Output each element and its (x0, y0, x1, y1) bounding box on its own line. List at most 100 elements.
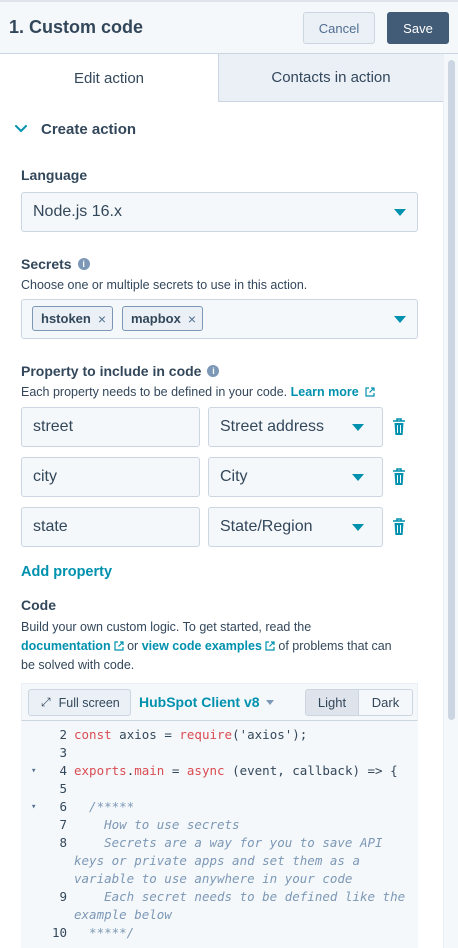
dropdown-caret-icon (352, 424, 364, 431)
chevron-down-icon (265, 700, 274, 705)
learn-more-link[interactable]: Learn more (291, 385, 359, 399)
code-help-line1: Build your own custom logic. To get star… (21, 620, 312, 634)
trash-icon[interactable] (392, 418, 406, 436)
code-token: exports (74, 763, 127, 778)
external-link-icon (113, 641, 124, 651)
theme-light-button[interactable]: Light (305, 689, 359, 716)
line-number: 7 (59, 817, 67, 832)
properties-help: Each property needs to be defined in you… (21, 385, 375, 399)
property-select-value: Street address (220, 418, 325, 435)
theme-dark-button[interactable]: Dark (358, 689, 413, 716)
code-label: Code (21, 597, 56, 613)
code-help-line2-suffix: of problems that can (278, 639, 392, 653)
language-label: Language (21, 167, 88, 183)
tab-contacts-in-action[interactable]: Contacts in action (219, 54, 443, 102)
property-select[interactable]: State/Region (208, 507, 383, 547)
code-editor-toolbar: ⤢ Full screen HubSpot Client v8 Light Da… (21, 683, 418, 721)
expand-icon: ⤢ (41, 695, 51, 709)
create-action-toggle[interactable]: Create action (12, 120, 136, 138)
line-number: 10 (51, 925, 67, 940)
language-select[interactable]: Node.js 16.x (21, 192, 418, 232)
dropdown-caret-icon (394, 209, 406, 216)
full-screen-label: Full screen (58, 695, 120, 710)
info-icon[interactable]: i (207, 365, 220, 377)
code-token: (event, callback) => { (224, 763, 398, 778)
scrollbar[interactable] (443, 54, 458, 948)
full-screen-button[interactable]: ⤢ Full screen (28, 689, 131, 716)
code-token: main (134, 763, 165, 778)
secrets-help: Choose one or multiple secrets to use in… (21, 278, 308, 292)
cancel-button[interactable]: Cancel (303, 12, 375, 44)
close-icon[interactable]: × (188, 311, 196, 327)
property-name-input[interactable]: street (21, 407, 200, 447)
code-text: exports.main = async (event, callback) =… (74, 762, 410, 780)
code-comment: Each secret needs to be defined like the… (74, 889, 413, 922)
chevron-down-icon (15, 125, 27, 132)
code-token: axios = (111, 727, 180, 742)
property-select[interactable]: Street address (208, 407, 383, 447)
client-version-dropdown[interactable]: HubSpot Client v8 (139, 694, 274, 710)
property-name-input[interactable]: city (21, 457, 200, 497)
panel-title: 1. Custom code (9, 17, 144, 37)
code-comment: How to use secrets (74, 817, 240, 832)
properties-label: Property to include in code i (21, 363, 220, 379)
secrets-label-text: Secrets (21, 256, 72, 272)
properties-label-text: Property to include in code (21, 363, 202, 379)
property-name-value: state (33, 518, 68, 535)
scrollbar-thumb[interactable] (448, 60, 455, 720)
code-comment: Secrets are a way for you to save API ke… (74, 835, 391, 886)
property-name-value: street (33, 418, 74, 435)
code-text: const axios = require('axios'); (74, 726, 410, 744)
line-number: 4 (59, 763, 67, 778)
panel-header: 1. Custom code Cancel Save (0, 0, 458, 54)
tag-label: hstoken (41, 311, 91, 326)
code-comment: /***** (74, 799, 135, 814)
line-number: 3 (59, 745, 67, 760)
property-select-value: State/Region (220, 518, 313, 535)
line-number: 8 (59, 835, 67, 850)
property-select-value: City (220, 468, 248, 485)
line-number: 2 (59, 727, 67, 742)
code-token: async (186, 763, 225, 778)
external-link-icon (365, 387, 375, 397)
property-select[interactable]: City (208, 457, 383, 497)
secret-tag-mapbox: mapbox × (122, 306, 204, 331)
code-token: ('axios'); (232, 727, 308, 742)
client-version-label: HubSpot Client v8 (139, 694, 260, 710)
language-value: Node.js 16.x (33, 203, 122, 220)
code-help-line3: be solved with code. (21, 658, 135, 672)
add-property-link[interactable]: Add property (21, 564, 112, 580)
dropdown-caret-icon (352, 474, 364, 481)
secret-tag-hstoken: hstoken × (32, 306, 114, 331)
code-token: require (179, 727, 233, 742)
close-icon[interactable]: × (98, 311, 106, 327)
property-name-input[interactable]: state (21, 507, 200, 547)
fold-arrow-icon[interactable]: ▾ (31, 762, 36, 780)
code-help: Build your own custom logic. To get star… (21, 618, 421, 675)
external-link-icon (265, 641, 275, 651)
tab-edit-action[interactable]: Edit action (0, 54, 219, 102)
trash-icon[interactable] (392, 468, 406, 486)
code-token: const (74, 727, 112, 742)
documentation-link[interactable]: documentation (21, 639, 111, 653)
dropdown-caret-icon (352, 524, 364, 531)
dropdown-caret-icon (394, 316, 406, 323)
trash-icon[interactable] (392, 518, 406, 536)
property-name-value: city (33, 468, 57, 485)
info-icon[interactable]: i (77, 258, 90, 270)
fold-arrow-icon[interactable]: ▾ (31, 798, 36, 816)
line-number: 5 (59, 781, 67, 796)
save-button[interactable]: Save (387, 12, 449, 44)
view-code-examples-link[interactable]: view code examples (142, 639, 262, 653)
code-editor[interactable]: 2 const axios = require('axios'); 3 ▾ 4 … (21, 721, 418, 948)
section-label: Create action (41, 120, 137, 138)
code-comment: *****/ (74, 925, 135, 940)
code-token: = (164, 763, 187, 778)
line-number: 6 (59, 799, 67, 814)
secrets-label: Secrets i (21, 256, 90, 272)
tag-label: mapbox (131, 311, 181, 326)
properties-help-text: Each property needs to be defined in you… (21, 385, 288, 399)
code-help-or: or (127, 639, 139, 653)
tab-bar: Edit action Contacts in action (0, 54, 443, 102)
line-number: 9 (59, 889, 67, 904)
